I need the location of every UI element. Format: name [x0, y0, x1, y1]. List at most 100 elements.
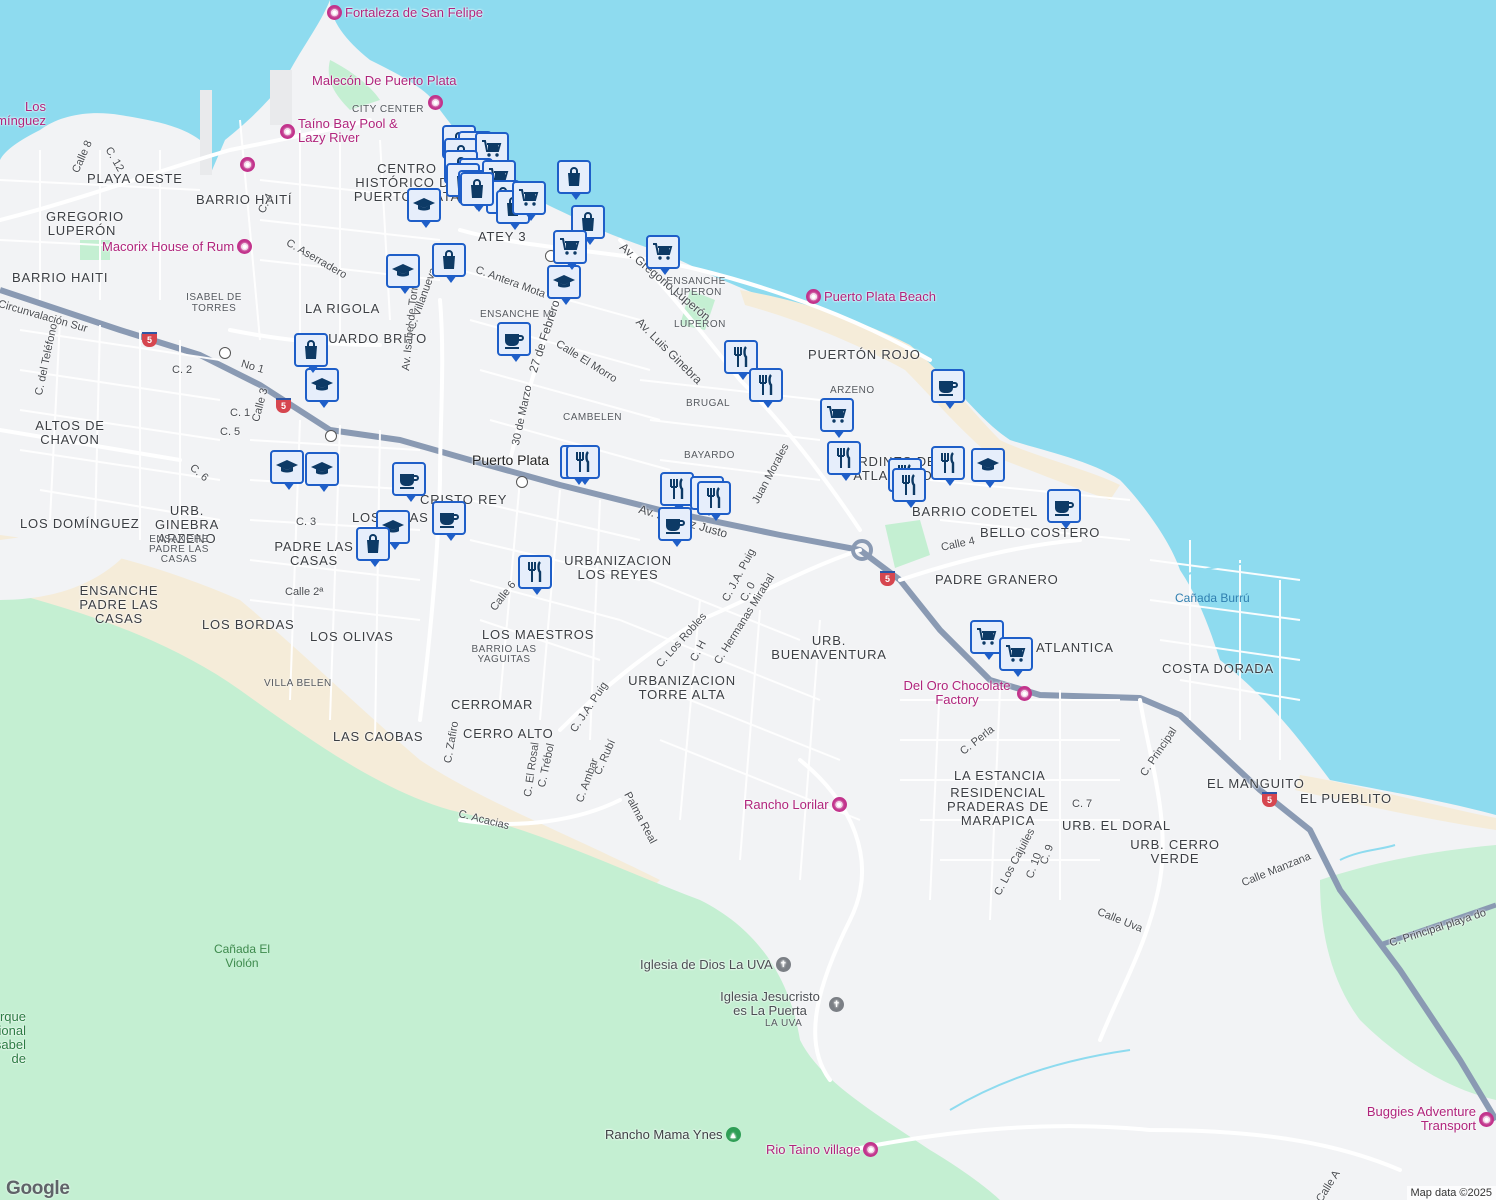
- neighborhood-label: EL PUEBLITO: [1300, 791, 1392, 806]
- school-pin-icon[interactable]: [407, 188, 441, 228]
- poi-buggies[interactable]: Buggies Adventure Transport ◉: [1364, 1105, 1494, 1133]
- camera-icon: ◉: [831, 797, 847, 812]
- cart-pin-icon[interactable]: [646, 235, 680, 275]
- school-pin-icon[interactable]: [270, 450, 304, 490]
- camera-icon: ◉: [863, 1142, 879, 1157]
- poi-rio-taino[interactable]: Rio Taino village ◉: [766, 1142, 879, 1157]
- coffee-pin-icon[interactable]: [392, 462, 426, 502]
- camera-icon: ◉: [327, 5, 342, 20]
- shopping-bag-pin-icon[interactable]: [460, 172, 494, 212]
- church-icon: ✝: [829, 996, 844, 1012]
- poi-label: Buggies Adventure Transport: [1366, 1104, 1476, 1133]
- shopping-bag-pin-icon[interactable]: [356, 527, 390, 567]
- neighborhood-label: LOS DOMÍNGUEZ: [20, 516, 140, 531]
- camera-icon: ◉: [428, 95, 443, 110]
- coffee-pin-icon[interactable]: [497, 322, 531, 362]
- transit-stop-icon[interactable]: [219, 347, 231, 359]
- cart-pin-icon[interactable]: [553, 230, 587, 270]
- camera-icon[interactable]: ◉: [428, 95, 443, 110]
- highway-shield: 5: [880, 571, 895, 586]
- coffee-pin-icon[interactable]: [1047, 489, 1081, 529]
- poi-label: Iglesia Jesucristo es La Puerta: [720, 989, 820, 1018]
- neighborhood-label: URB. EL DORAL: [1062, 818, 1171, 833]
- poi-malecon[interactable]: Malecón De Puerto Plata: [312, 73, 457, 88]
- poi-label: Taíno Bay Pool & Lazy River: [298, 116, 398, 145]
- school-pin-icon[interactable]: [305, 368, 339, 408]
- poi-fortaleza[interactable]: ◉ Fortaleza de San Felipe: [327, 5, 483, 20]
- camera-icon: ◉: [806, 289, 821, 304]
- google-logo: Google: [6, 1178, 70, 1199]
- neighborhood-label: PADRE LAS CASAS: [274, 539, 354, 568]
- poi-taino-bay[interactable]: ◉ Taíno Bay Pool & Lazy River: [280, 117, 398, 145]
- neighborhood-label: BELLO COSTERO: [980, 525, 1101, 540]
- coffee-pin-icon[interactable]: [931, 369, 965, 409]
- restaurant-pin-icon[interactable]: [892, 468, 926, 508]
- school-pin-icon[interactable]: [305, 452, 339, 492]
- restaurant-pin-icon[interactable]: [931, 446, 965, 486]
- school-pin-icon[interactable]: [547, 265, 581, 305]
- restaurant-pin-icon[interactable]: [660, 472, 694, 512]
- neighborhood-label: LA UVA: [765, 1018, 803, 1029]
- neighborhood-label: URBANIZACION TORRE ALTA: [628, 673, 736, 702]
- green-area: [0, 590, 1000, 1200]
- neighborhood-label: LA ESTANCIA: [954, 768, 1046, 783]
- restaurant-pin-icon[interactable]: [827, 441, 861, 481]
- shopping-bag-pin-icon[interactable]: [557, 160, 591, 200]
- neighborhood-label: ATEY 3: [478, 229, 527, 244]
- shopping-bag-pin-icon[interactable]: [432, 243, 466, 283]
- school-pin-icon[interactable]: [386, 254, 420, 294]
- neighborhood-label: LOS BORDAS: [202, 617, 295, 632]
- cart-pin-icon[interactable]: [512, 181, 546, 221]
- coffee-pin-icon[interactable]: [432, 501, 466, 541]
- street-label: C. 5: [220, 426, 241, 438]
- poi-rancho-lorilar[interactable]: Rancho Lorilar ◉: [744, 797, 847, 812]
- neighborhood-label: CERRO ALTO: [463, 726, 554, 741]
- neighborhood-label: EL MANGUITO: [1207, 776, 1305, 791]
- neighborhood-label: BARRIO CODETEL: [912, 504, 1039, 519]
- poi-rancho-mama[interactable]: Rancho Mama Ynes ▲: [605, 1127, 741, 1142]
- coffee-pin-icon[interactable]: [658, 507, 692, 547]
- school-pin-icon[interactable]: [971, 448, 1005, 488]
- camera-icon: ◉: [280, 123, 295, 139]
- camera-icon: ◉: [1017, 685, 1032, 701]
- neighborhood-label: GREGORIO LUPERÓN: [46, 209, 124, 238]
- restaurant-pin-icon[interactable]: [566, 445, 600, 485]
- map-canvas[interactable]: 5 5 5 5 PLAYA OESTE BARRIO HAITÍ GREGORI…: [0, 0, 1496, 1200]
- restaurant-pin-icon[interactable]: [697, 481, 731, 521]
- camera-icon: ◉: [240, 157, 255, 172]
- neighborhood-label: URB. BUENAVENTURA: [771, 633, 887, 662]
- neighborhood-label: CITY CENTER: [352, 104, 424, 115]
- neighborhood-label: LOS MAESTROS: [482, 627, 595, 642]
- neighborhood-label: PUERTÓN ROJO: [808, 347, 921, 362]
- highway-shield: 5: [276, 398, 291, 413]
- cart-pin-icon[interactable]: [999, 637, 1033, 677]
- neighborhood-label: COSTA DORADA: [1162, 661, 1274, 676]
- poi-label: Los Domínguez: [0, 100, 46, 128]
- street-label: C. 1: [230, 407, 251, 419]
- camera-icon[interactable]: ◉: [240, 157, 255, 172]
- poi-macorix[interactable]: Macorix House of Rum ◉: [102, 239, 253, 254]
- neighborhood-label: CAMBELEN: [563, 412, 623, 423]
- poi-label: Rancho Lorilar: [744, 797, 829, 812]
- transit-stop-icon[interactable]: [325, 430, 337, 442]
- poi-label: Puerto Plata Beach: [824, 289, 937, 304]
- poi-puerto-plata-station[interactable]: Puerto Plata: [472, 452, 549, 468]
- restaurant-pin-icon[interactable]: [518, 555, 552, 595]
- street-label: Calle 2ª: [285, 586, 324, 598]
- neighborhood-label: LOS OLIVAS: [310, 629, 394, 644]
- transit-stop-icon[interactable]: [516, 476, 528, 488]
- poi-del-oro[interactable]: Del Oro Chocolate Factory ◉: [900, 679, 1032, 707]
- neighborhood-label: ALTOS DE CHAVON: [35, 418, 105, 447]
- poi-parque-nacional[interactable]: Parque Nacional Isabel de Torres: [0, 1010, 26, 1066]
- highway-shield: 5: [1262, 792, 1277, 807]
- map-attribution[interactable]: Map data ©2025: [1406, 1186, 1496, 1200]
- poi-iglesia-jesucristo[interactable]: Iglesia Jesucristo es La Puerta ✝: [714, 990, 844, 1018]
- poi-puerto-plata-beach[interactable]: ◉ Puerto Plata Beach: [806, 289, 936, 304]
- neighborhood-label: BRUGAL: [686, 398, 731, 409]
- shopping-bag-pin-icon[interactable]: [294, 333, 328, 373]
- restaurant-pin-icon[interactable]: [749, 368, 783, 408]
- camera-icon: ◉: [1479, 1111, 1494, 1127]
- poi-iglesia-uva[interactable]: Iglesia de Dios La UVA ✝: [640, 957, 791, 972]
- cart-pin-icon[interactable]: [820, 398, 854, 438]
- poi-los-dominguez[interactable]: Los Domínguez: [0, 100, 46, 128]
